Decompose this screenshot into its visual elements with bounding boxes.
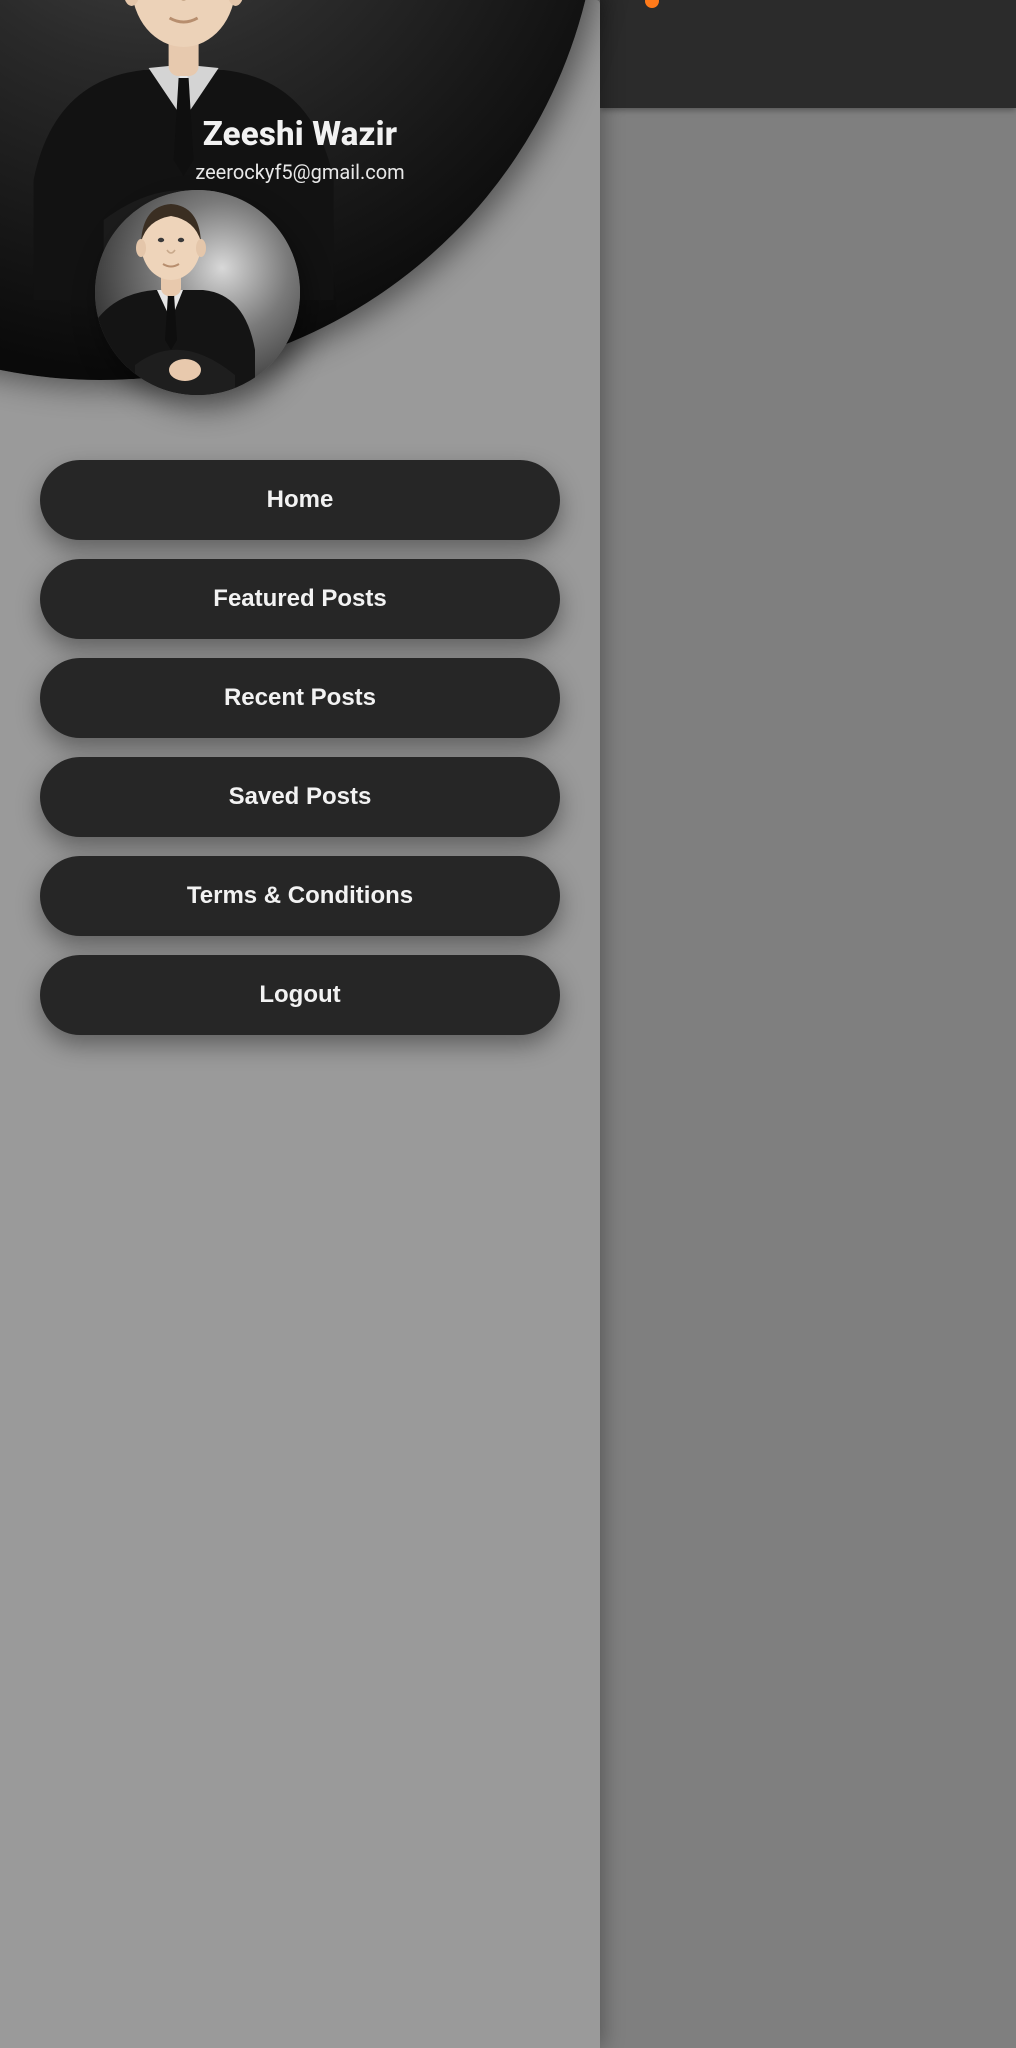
menu-item-label: Logout <box>259 981 340 1009</box>
content-overlay <box>600 0 1016 2048</box>
menu-item-home[interactable]: Home <box>40 460 560 540</box>
menu-item-label: Saved Posts <box>229 783 372 811</box>
menu-item-label: Home <box>267 486 334 514</box>
menu-item-saved-posts[interactable]: Saved Posts <box>40 757 560 837</box>
drawer-menu: Home Featured Posts Recent Posts Saved P… <box>40 460 560 1054</box>
menu-item-label: Terms & Conditions <box>187 882 413 910</box>
menu-item-recent-posts[interactable]: Recent Posts <box>40 658 560 738</box>
user-info: Zeeshi Wazir zeerockyf5@gmail.com <box>0 115 600 184</box>
user-email: zeerockyf5@gmail.com <box>0 160 600 184</box>
menu-item-featured-posts[interactable]: Featured Posts <box>40 559 560 639</box>
avatar[interactable] <box>95 190 300 395</box>
menu-item-terms-conditions[interactable]: Terms & Conditions <box>40 856 560 936</box>
app-top-bar <box>600 0 1016 108</box>
navigation-drawer: Zeeshi Wazir zeerockyf5@gmail.com <box>0 0 600 2048</box>
menu-item-label: Featured Posts <box>213 585 386 613</box>
menu-item-logout[interactable]: Logout <box>40 955 560 1035</box>
user-name: Zeeshi Wazir <box>0 115 600 154</box>
menu-item-label: Recent Posts <box>224 684 376 712</box>
avatar-image <box>95 190 300 395</box>
drawer-header-background <box>0 0 600 380</box>
